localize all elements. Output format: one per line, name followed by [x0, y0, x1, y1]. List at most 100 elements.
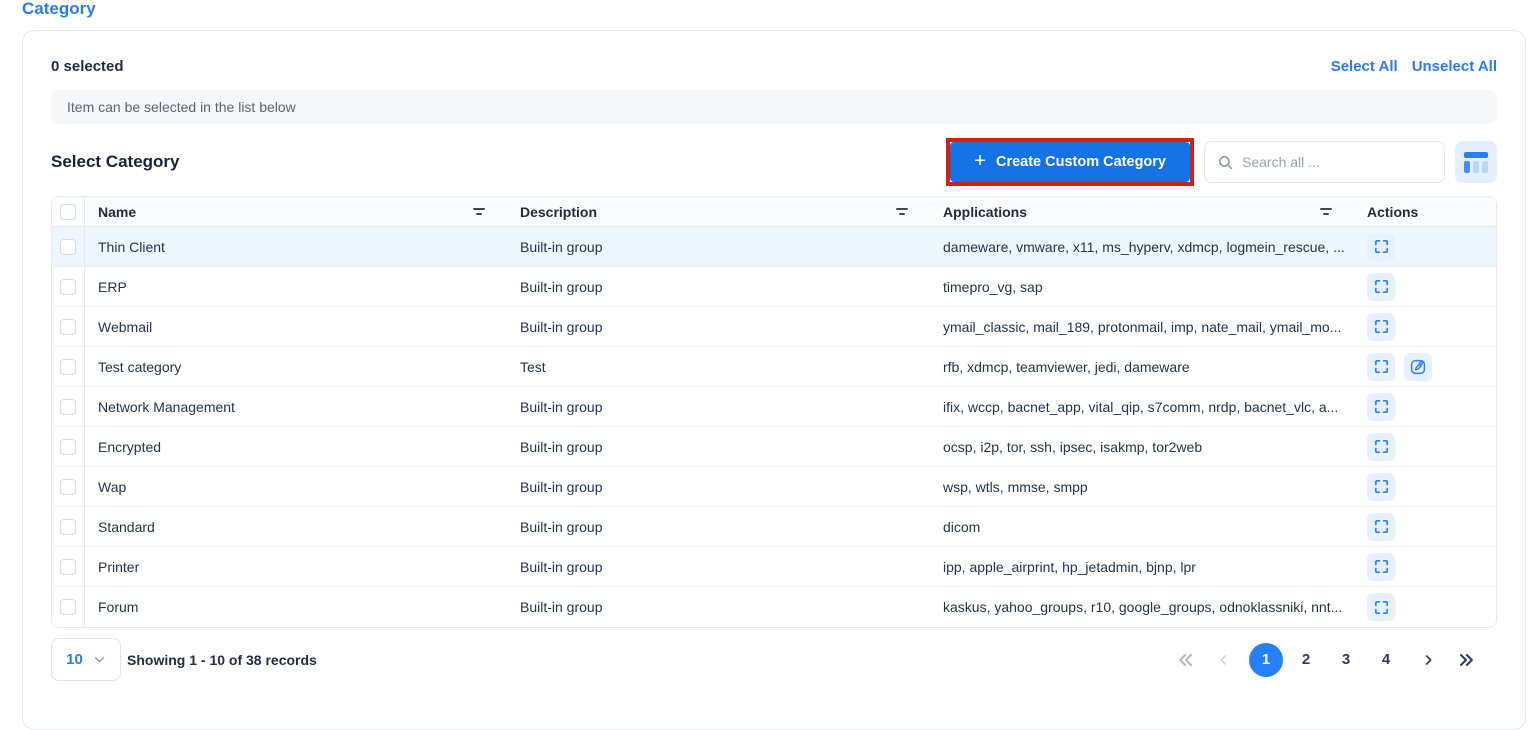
table-row[interactable]: Network ManagementBuilt-in groupifix, wc…: [52, 387, 1496, 427]
row-name: Test category: [85, 359, 507, 375]
expand-icon[interactable]: [1367, 433, 1395, 461]
row-applications: rfb, xdmcp, teamviewer, jedi, dameware: [930, 359, 1354, 375]
row-name: Webmail: [85, 319, 507, 335]
row-checkbox[interactable]: [60, 479, 76, 495]
row-checkbox-cell: [52, 227, 85, 266]
expand-icon[interactable]: [1367, 393, 1395, 421]
column-header-name: Name: [98, 204, 136, 220]
table-row[interactable]: ForumBuilt-in groupkaskus, yahoo_groups,…: [52, 587, 1496, 627]
pagination: 1234: [1173, 643, 1497, 677]
search-icon: [1217, 154, 1234, 171]
row-description: Built-in group: [507, 239, 930, 255]
row-checkbox[interactable]: [60, 399, 76, 415]
expand-icon[interactable]: [1367, 513, 1395, 541]
expand-icon[interactable]: [1367, 233, 1395, 261]
table-row[interactable]: Test categoryTestrfb, xdmcp, teamviewer,…: [52, 347, 1496, 387]
selection-hint: Item can be selected in the list below: [51, 90, 1497, 124]
row-description: Built-in group: [507, 279, 930, 295]
column-header-description: Description: [520, 204, 597, 220]
row-actions-cell: [1354, 473, 1496, 501]
row-checkbox[interactable]: [60, 519, 76, 535]
page-button-1[interactable]: 1: [1249, 643, 1283, 677]
table-row[interactable]: ERPBuilt-in grouptimepro_vg, sap: [52, 267, 1496, 307]
expand-icon[interactable]: [1367, 593, 1395, 621]
row-checkbox-cell: [52, 267, 85, 306]
selected-count: 0 selected: [51, 58, 124, 75]
row-name: Standard: [85, 519, 507, 535]
table-row[interactable]: Thin ClientBuilt-in groupdameware, vmwar…: [52, 227, 1496, 267]
table-row[interactable]: WapBuilt-in groupwsp, wtls, mmse, smpp: [52, 467, 1496, 507]
table-row[interactable]: WebmailBuilt-in groupymail_classic, mail…: [52, 307, 1496, 347]
plus-icon: +: [974, 151, 986, 171]
table-row[interactable]: StandardBuilt-in groupdicom: [52, 507, 1496, 547]
edit-icon[interactable]: [1404, 353, 1432, 381]
table-header: Name Description Applications Actions: [52, 197, 1496, 227]
search-box[interactable]: [1204, 141, 1445, 183]
row-checkbox-cell: [52, 507, 85, 546]
row-checkbox-cell: [52, 587, 85, 627]
page-size-select[interactable]: 10: [51, 638, 121, 681]
row-applications: ifix, wccp, bacnet_app, vital_qip, s7com…: [930, 399, 1354, 415]
last-page-icon[interactable]: [1453, 643, 1479, 677]
search-input[interactable]: [1242, 154, 1432, 170]
filter-icon-name[interactable]: [473, 208, 485, 215]
row-actions-cell: [1354, 353, 1496, 381]
row-checkbox[interactable]: [60, 599, 76, 615]
row-description: Built-in group: [507, 399, 930, 415]
row-checkbox[interactable]: [60, 439, 76, 455]
row-checkbox[interactable]: [60, 319, 76, 335]
row-checkbox-cell: [52, 467, 85, 506]
row-name: Network Management: [85, 399, 507, 415]
page-button-3[interactable]: 3: [1329, 643, 1363, 677]
row-applications: timepro_vg, sap: [930, 279, 1354, 295]
row-actions-cell: [1354, 513, 1496, 541]
row-name: Thin Client: [85, 239, 507, 255]
select-all-link[interactable]: Select All: [1331, 58, 1398, 75]
expand-icon[interactable]: [1367, 273, 1395, 301]
expand-icon[interactable]: [1367, 313, 1395, 341]
row-applications: dicom: [930, 519, 1354, 535]
row-description: Built-in group: [507, 479, 930, 495]
create-button-label: Create Custom Category: [996, 154, 1166, 170]
row-description: Built-in group: [507, 439, 930, 455]
next-page-icon[interactable]: [1415, 643, 1441, 677]
row-name: Encrypted: [85, 439, 507, 455]
row-applications: kaskus, yahoo_groups, r10, google_groups…: [930, 599, 1354, 615]
category-table: Name Description Applications Actions Th…: [51, 196, 1497, 628]
row-name: Forum: [85, 599, 507, 615]
expand-icon[interactable]: [1367, 353, 1395, 381]
row-applications: wsp, wtls, mmse, smpp: [930, 479, 1354, 495]
row-description: Built-in group: [507, 599, 930, 615]
create-custom-category-button[interactable]: + Create Custom Category: [950, 142, 1190, 182]
filter-icon-description[interactable]: [896, 208, 908, 215]
row-checkbox-cell: [52, 307, 85, 346]
filter-icon-applications[interactable]: [1320, 208, 1332, 215]
row-checkbox-cell: [52, 347, 85, 386]
prev-page-icon[interactable]: [1211, 643, 1237, 677]
unselect-all-link[interactable]: Unselect All: [1412, 58, 1497, 75]
chevron-down-icon: [93, 653, 106, 666]
row-checkbox-cell: [52, 427, 85, 466]
column-settings-button[interactable]: [1455, 141, 1497, 183]
row-actions-cell: [1354, 313, 1496, 341]
row-checkbox[interactable]: [60, 239, 76, 255]
page-button-4[interactable]: 4: [1369, 643, 1403, 677]
header-checkbox-cell: [52, 197, 85, 226]
table-row[interactable]: EncryptedBuilt-in groupocsp, i2p, tor, s…: [52, 427, 1496, 467]
row-description: Built-in group: [507, 559, 930, 575]
row-checkbox[interactable]: [60, 559, 76, 575]
row-checkbox[interactable]: [60, 359, 76, 375]
expand-icon[interactable]: [1367, 553, 1395, 581]
row-name: ERP: [85, 279, 507, 295]
row-checkbox[interactable]: [60, 279, 76, 295]
expand-icon[interactable]: [1367, 473, 1395, 501]
column-header-applications: Applications: [943, 204, 1027, 220]
row-applications: ipp, apple_airprint, hp_jetadmin, bjnp, …: [930, 559, 1354, 575]
select-all-checkbox[interactable]: [60, 204, 76, 220]
row-applications: ymail_classic, mail_189, protonmail, imp…: [930, 319, 1354, 335]
row-applications: ocsp, i2p, tor, ssh, ipsec, isakmp, tor2…: [930, 439, 1354, 455]
records-summary: Showing 1 - 10 of 38 records: [127, 652, 317, 668]
first-page-icon[interactable]: [1173, 643, 1199, 677]
page-button-2[interactable]: 2: [1289, 643, 1323, 677]
table-row[interactable]: PrinterBuilt-in groupipp, apple_airprint…: [52, 547, 1496, 587]
